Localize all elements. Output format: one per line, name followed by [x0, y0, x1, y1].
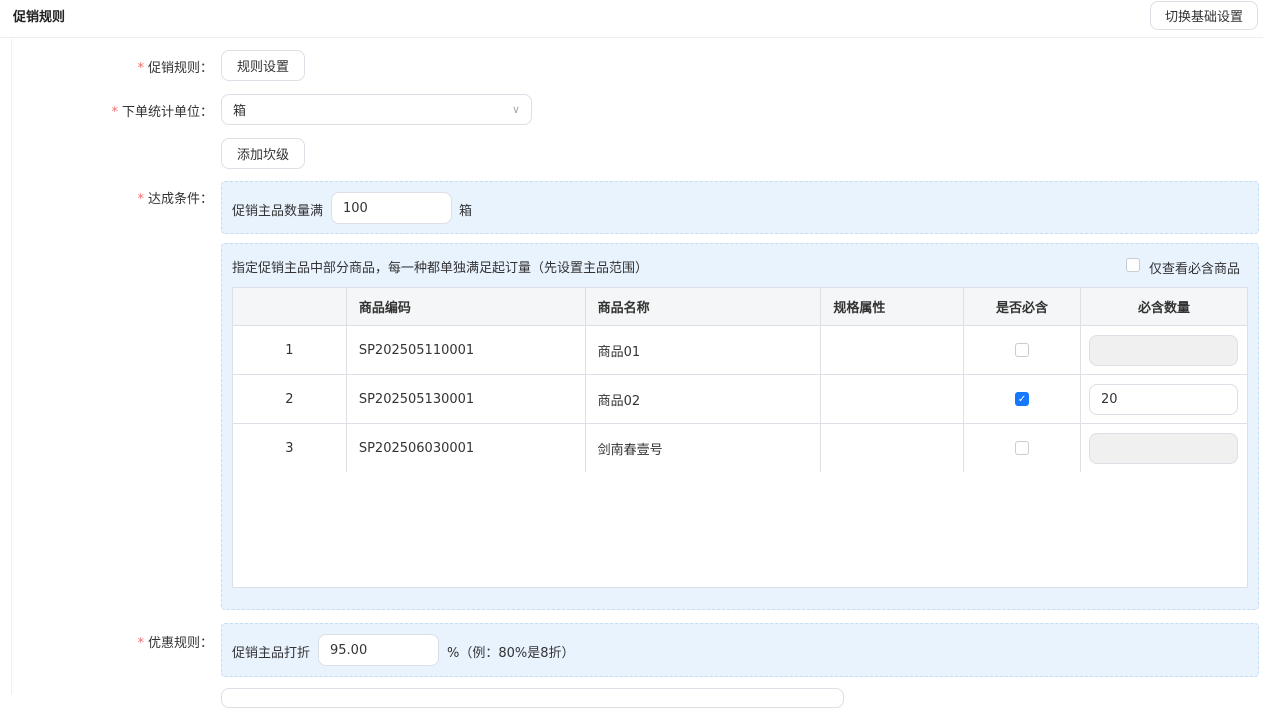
- discount-label-text: 优惠规则：: [147, 636, 213, 651]
- column-header-index: [232, 287, 347, 326]
- table-header-row: 商品编码 商品名称 规格属性 是否必含 必含数量: [232, 287, 1249, 326]
- discount-label: * 优惠规则：: [137, 636, 213, 651]
- switch-basic-settings-button[interactable]: 切换基础设置: [1150, 1, 1258, 30]
- product-code: SP202505110001: [345, 325, 586, 375]
- page-header: 促销规则 切换基础设置: [0, 0, 1263, 38]
- discount-input[interactable]: 95.00: [318, 634, 439, 666]
- condition-label-text: 达成条件：: [147, 192, 213, 207]
- row-index: 1: [232, 325, 347, 375]
- rule-label-text: 促销规则：: [147, 61, 213, 76]
- partial-products-description: 指定促销主品中部分商品，每一种都单独满足起订量（先设置主品范围）: [232, 261, 649, 276]
- required-qty-input[interactable]: 20: [1088, 383, 1238, 415]
- products-table: 商品编码 商品名称 规格属性 是否必含 必含数量 1 SP20250511000…: [232, 287, 1249, 473]
- add-level-button[interactable]: 添加坎级: [221, 138, 305, 169]
- column-header-code: 商品编码: [345, 287, 586, 326]
- row-index: 2: [232, 374, 347, 424]
- unit-select-value: 箱: [233, 104, 247, 119]
- product-name: 剑南春壹号: [584, 423, 822, 473]
- discount-prefix: 促销主品打折: [232, 646, 311, 661]
- condition-panel: 促销主品数量满 100 箱: [221, 181, 1259, 234]
- row-index: 3: [232, 423, 347, 473]
- required-qty-input[interactable]: [1088, 334, 1238, 366]
- required-checkbox-checked[interactable]: ✓: [1015, 392, 1030, 406]
- required-checkbox[interactable]: [1015, 441, 1030, 455]
- rule-label: * 促销规则：: [137, 61, 213, 76]
- unit-select[interactable]: 箱 ∨: [221, 94, 532, 125]
- unit-label-text: 下单统计单位：: [121, 105, 213, 120]
- only-required-checkbox[interactable]: [1126, 258, 1140, 272]
- discount-panel: 促销主品打折 95.00 %（例：80%是8折）: [221, 623, 1259, 677]
- table-empty-area: [232, 472, 1248, 588]
- product-code: SP202506030001: [345, 423, 586, 473]
- page-title: 促销规则: [13, 10, 66, 25]
- column-header-name: 商品名称: [584, 287, 822, 326]
- required-qty-input[interactable]: [1088, 432, 1238, 464]
- product-name: 商品02: [584, 374, 822, 424]
- only-required-label: 仅查看必含商品: [1149, 262, 1241, 277]
- column-header-required: 是否必含: [963, 287, 1081, 326]
- product-code: SP202505130001: [345, 374, 586, 424]
- chevron-down-icon: ∨: [511, 103, 520, 116]
- column-header-required-qty: 必含数量: [1079, 287, 1249, 326]
- table-row: 2 SP202505130001 商品02 ✓ 20: [232, 374, 1249, 424]
- product-spec: [820, 374, 965, 424]
- product-spec: [820, 423, 965, 473]
- required-qty-cell: 20: [1079, 374, 1249, 424]
- side-divider: [0, 39, 12, 694]
- column-header-spec: 规格属性: [820, 287, 965, 326]
- rule-settings-button[interactable]: 规则设置: [221, 50, 305, 81]
- condition-unit: 箱: [459, 204, 473, 219]
- required-cell: [963, 423, 1081, 473]
- table-row: 1 SP202505110001 商品01: [232, 325, 1249, 375]
- required-qty-cell: [1079, 325, 1249, 375]
- required-cell: ✓: [963, 374, 1081, 424]
- product-name: 商品01: [584, 325, 822, 375]
- condition-label: * 达成条件：: [137, 192, 213, 207]
- next-field-input[interactable]: [221, 688, 844, 708]
- table-row: 3 SP202506030001 剑南春壹号: [232, 423, 1249, 473]
- required-checkbox[interactable]: [1015, 343, 1030, 357]
- product-spec: [820, 325, 965, 375]
- unit-label: * 下单统计单位：: [111, 105, 213, 120]
- required-qty-cell: [1079, 423, 1249, 473]
- condition-prefix: 促销主品数量满: [232, 204, 324, 219]
- discount-suffix: %（例：80%是8折）: [447, 646, 575, 661]
- required-cell: [963, 325, 1081, 375]
- condition-quantity-input[interactable]: 100: [331, 192, 452, 224]
